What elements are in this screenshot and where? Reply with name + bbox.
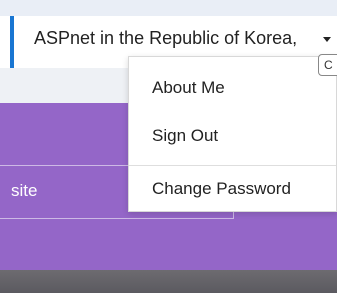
- bottom-band: [0, 270, 337, 293]
- menu-item-about-me[interactable]: About Me: [129, 71, 336, 105]
- tooltip-popup: C: [318, 54, 337, 76]
- menu-item-change-password[interactable]: Change Password: [129, 172, 336, 206]
- menu-item-label: Change Password: [152, 179, 291, 198]
- menu-divider: [129, 165, 336, 166]
- menu-item-label: Sign Out: [152, 126, 219, 145]
- top-strip: [0, 0, 337, 16]
- caret-down-icon: [323, 37, 331, 42]
- menu-item-sign-out[interactable]: Sign Out: [129, 119, 336, 153]
- user-menu-label: ASPnet in the Republic of Korea,: [34, 28, 298, 48]
- tooltip-label: C: [324, 58, 333, 72]
- user-dropdown-menu: About Me Sign Out Change Password: [128, 56, 337, 212]
- site-button-label: site: [11, 181, 38, 200]
- menu-item-label: About Me: [152, 78, 225, 97]
